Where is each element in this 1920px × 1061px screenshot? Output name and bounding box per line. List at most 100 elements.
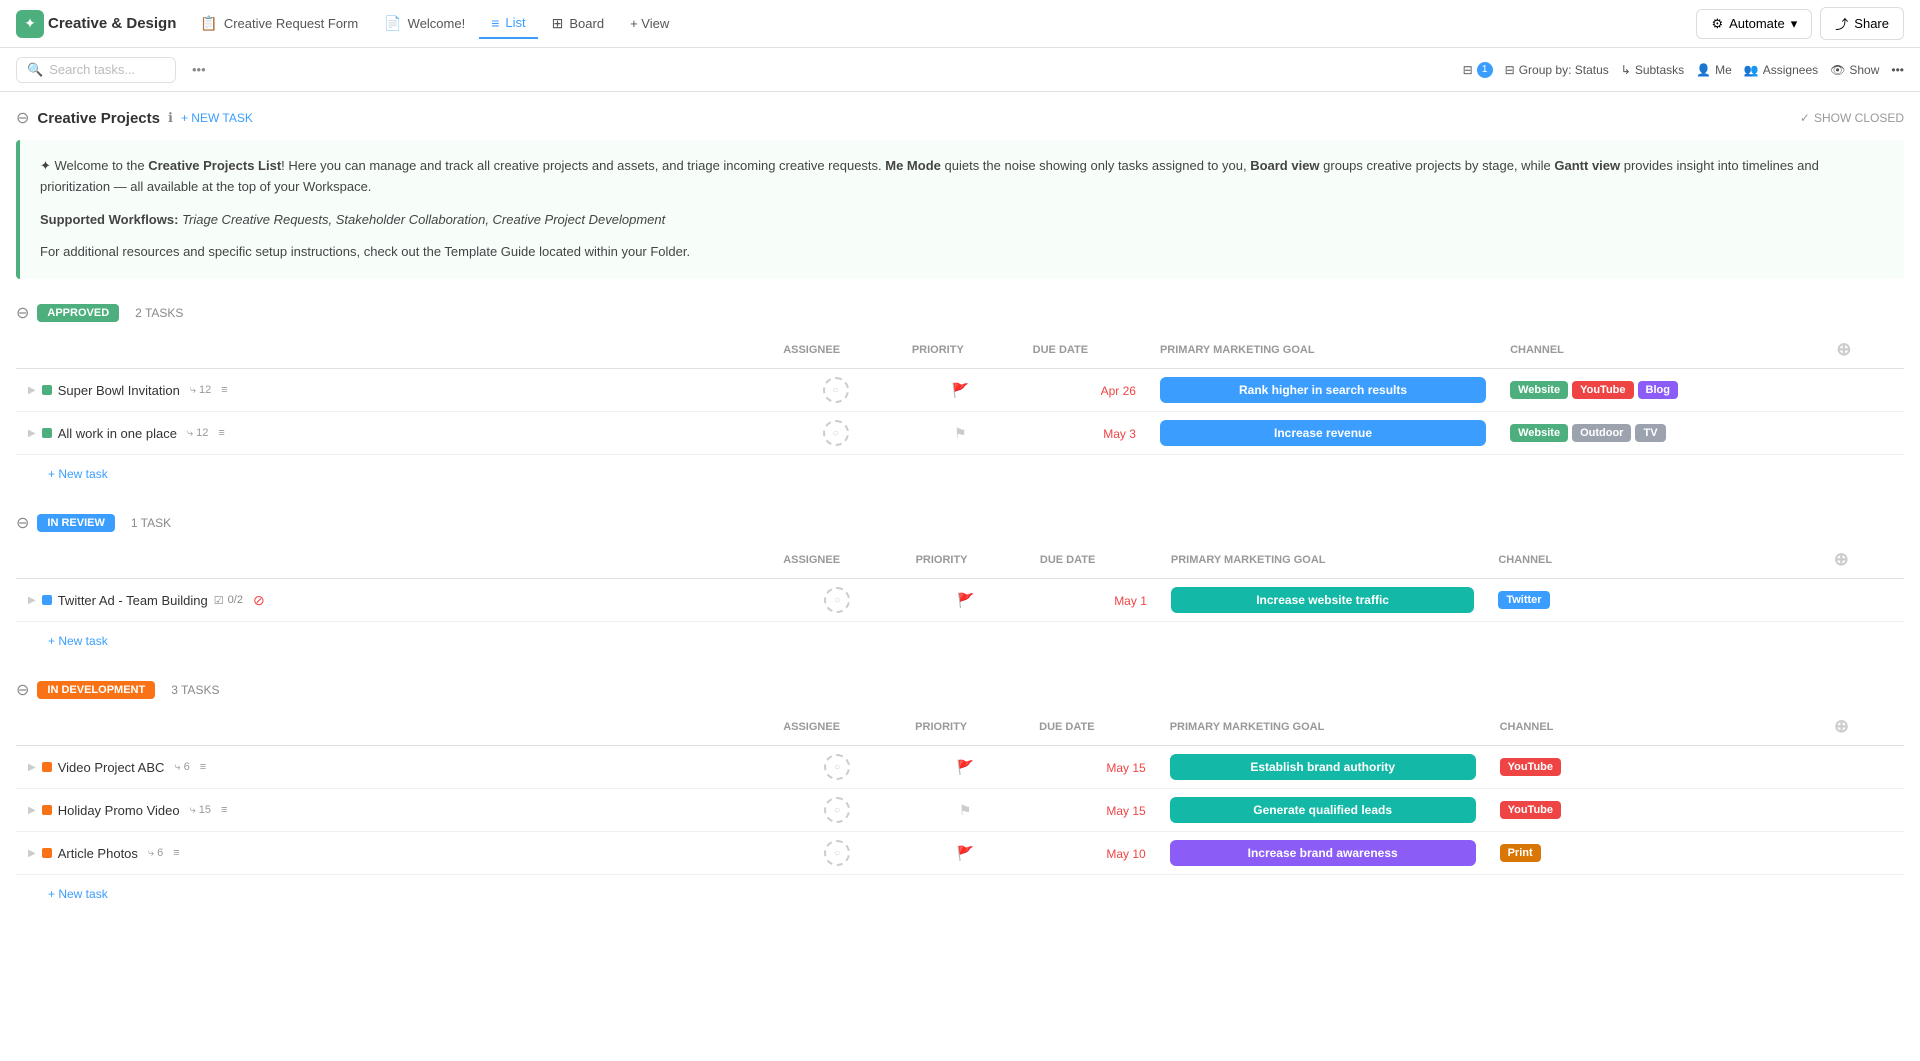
task-duedate-cell: Apr 26 <box>1021 369 1148 412</box>
section-badge-in-review: IN REVIEW <box>37 514 114 532</box>
task-add-col-cell <box>1814 746 1904 789</box>
welcome-icon: 📄 <box>384 15 401 32</box>
task-assignee-cell: ○ <box>771 832 903 875</box>
marketing-goal-badge[interactable]: Rank higher in search results <box>1160 377 1486 403</box>
col-add-header: ⊕ <box>1814 541 1904 579</box>
subtask-icon: ⤷ <box>190 804 196 817</box>
channel-tag: Twitter <box>1498 591 1549 609</box>
share-icon: ⤴ <box>1835 14 1848 33</box>
section-in-development: ⊖ IN DEVELOPMENT 3 TASKS ASSIGNEEPRIORIT… <box>16 680 1904 905</box>
marketing-goal-badge[interactable]: Increase brand awareness <box>1170 840 1476 866</box>
channel-tags: YouTube <box>1500 801 1802 819</box>
check-icon: ✓ <box>1800 111 1810 125</box>
show-closed-button[interactable]: ✓ SHOW CLOSED <box>1800 111 1904 125</box>
task-status-dot <box>42 428 52 438</box>
task-priority-cell: 🚩 <box>904 579 1028 622</box>
nav-tabs: 📋 Creative Request Form 📄 Welcome! ≡ Lis… <box>188 9 681 39</box>
filter-button[interactable]: ⊟ 1 <box>1463 62 1493 78</box>
task-assignee-cell: ○ <box>771 579 903 622</box>
group-by-button[interactable]: ⊟ Group by: Status <box>1505 63 1609 77</box>
col-header: PRIORITY <box>900 331 1021 369</box>
task-add-col-cell <box>1814 579 1904 622</box>
assignees-button[interactable]: 👥 Assignees <box>1744 63 1818 77</box>
task-channel-cell: Twitter <box>1486 579 1813 622</box>
task-channel-cell: YouTube <box>1488 746 1814 789</box>
new-task-link-in-review[interactable]: + New task <box>16 630 1904 652</box>
assignees-label: Assignees <box>1763 63 1818 77</box>
assignees-icon: 👥 <box>1744 63 1759 77</box>
table-row: ▶ All work in one place ⤷12≡ ○ ⚑ May 3 I… <box>16 412 1904 455</box>
task-name-label: All work in one place <box>58 426 177 441</box>
task-channel-cell: YouTube <box>1488 789 1814 832</box>
tab-board[interactable]: ⊞ Board <box>540 9 616 38</box>
task-name-cell: ▶ Twitter Ad - Team Building ☑ 0/2⊘ <box>16 579 771 622</box>
task-due-date: May 15 <box>1106 804 1145 818</box>
task-goal-cell: Establish brand authority <box>1158 746 1488 789</box>
task-channel-cell: WebsiteYouTubeBlog <box>1498 369 1816 412</box>
task-expand-icon[interactable]: ▶ <box>28 428 36 439</box>
priority-flag: 🚩 <box>957 592 974 608</box>
section-collapse-approved[interactable]: ⊖ <box>16 303 29 323</box>
section-in-review: ⊖ IN REVIEW 1 TASK ASSIGNEEPRIORITYDUE D… <box>16 513 1904 652</box>
channel-tag: YouTube <box>1500 758 1561 776</box>
app-icon: ✦ <box>16 10 44 38</box>
subtasks-button[interactable]: ↳ Subtasks <box>1621 63 1684 77</box>
search-box[interactable]: 🔍 Search tasks... <box>16 57 176 83</box>
task-status-dot <box>42 805 52 815</box>
task-expand-icon[interactable]: ▶ <box>28 762 36 773</box>
table-row: ▶ Twitter Ad - Team Building ☑ 0/2⊘ ○ 🚩 … <box>16 579 1904 622</box>
task-status-dot <box>42 848 52 858</box>
new-task-link-in-development[interactable]: + New task <box>16 883 1904 905</box>
channel-tags: YouTube <box>1500 758 1802 776</box>
toolbar-overflow[interactable]: ••• <box>1891 63 1904 77</box>
section-collapse-in-review[interactable]: ⊖ <box>16 513 29 533</box>
add-column-button[interactable]: ⊕ <box>1828 339 1859 359</box>
task-list-icon: ≡ <box>221 804 227 816</box>
channel-tags: Twitter <box>1498 591 1801 609</box>
projects-collapse-icon[interactable]: ⊖ <box>16 108 29 128</box>
tab-welcome[interactable]: 📄 Welcome! <box>372 9 477 38</box>
add-column-button[interactable]: ⊕ <box>1826 549 1857 569</box>
show-button[interactable]: 👁 Show <box>1830 63 1879 77</box>
task-name-cell: ▶ Holiday Promo Video ⤷15≡ <box>16 789 771 832</box>
automate-button[interactable]: ⚙ Automate ▾ <box>1696 9 1812 39</box>
list-icon: ≡ <box>491 15 499 31</box>
tab-view-label: + View <box>630 16 669 31</box>
task-expand-icon[interactable]: ▶ <box>28 385 36 396</box>
col-task-header <box>16 541 771 579</box>
task-channel-cell: Print <box>1488 832 1814 875</box>
tab-list[interactable]: ≡ List <box>479 9 537 39</box>
creative-projects-header: ⊖ Creative Projects ℹ + NEW TASK ✓ SHOW … <box>16 108 1904 128</box>
task-list-icon: ≡ <box>173 847 179 859</box>
tab-creative-request[interactable]: 📋 Creative Request Form <box>188 9 370 38</box>
task-name-cell: ▶ Article Photos ⤷6≡ <box>16 832 771 875</box>
tab-view[interactable]: + View <box>618 10 681 37</box>
group-icon: ⊟ <box>1505 63 1515 77</box>
me-button[interactable]: 👤 Me <box>1696 63 1732 77</box>
channel-tag: YouTube <box>1500 801 1561 819</box>
marketing-goal-badge[interactable]: Increase website traffic <box>1171 587 1474 613</box>
task-priority-cell: 🚩 <box>903 746 1027 789</box>
table-row: ▶ Article Photos ⤷6≡ ○ 🚩 May 10 Increase… <box>16 832 1904 875</box>
toolbar-more-icon[interactable]: ••• <box>184 58 214 81</box>
add-column-button[interactable]: ⊕ <box>1826 716 1857 736</box>
marketing-goal-badge[interactable]: Increase revenue <box>1160 420 1486 446</box>
new-task-link-approved[interactable]: + New task <box>16 463 1904 485</box>
show-icon: 👁 <box>1830 63 1845 77</box>
marketing-goal-badge[interactable]: Generate qualified leads <box>1170 797 1476 823</box>
task-expand-icon[interactable]: ▶ <box>28 848 36 859</box>
section-collapse-in-development[interactable]: ⊖ <box>16 680 29 700</box>
task-add-col-cell <box>1816 369 1904 412</box>
marketing-goal-badge[interactable]: Establish brand authority <box>1170 754 1476 780</box>
share-button[interactable]: ⤴ Share <box>1820 7 1904 40</box>
col-header: PRIORITY <box>904 541 1028 579</box>
table-row: ▶ Video Project ABC ⤷6≡ ○ 🚩 May 15 Estab… <box>16 746 1904 789</box>
task-name-label: Video Project ABC <box>58 760 165 775</box>
col-header: DUE DATE <box>1021 331 1148 369</box>
new-task-top-button[interactable]: + NEW TASK <box>181 111 253 125</box>
task-expand-icon[interactable]: ▶ <box>28 595 36 606</box>
col-header: PRIORITY <box>903 708 1027 746</box>
toolbar-actions: ⊟ 1 ⊟ Group by: Status ↳ Subtasks 👤 Me 👥… <box>1463 62 1904 78</box>
task-expand-icon[interactable]: ▶ <box>28 805 36 816</box>
projects-info-icon[interactable]: ℹ <box>168 110 173 126</box>
